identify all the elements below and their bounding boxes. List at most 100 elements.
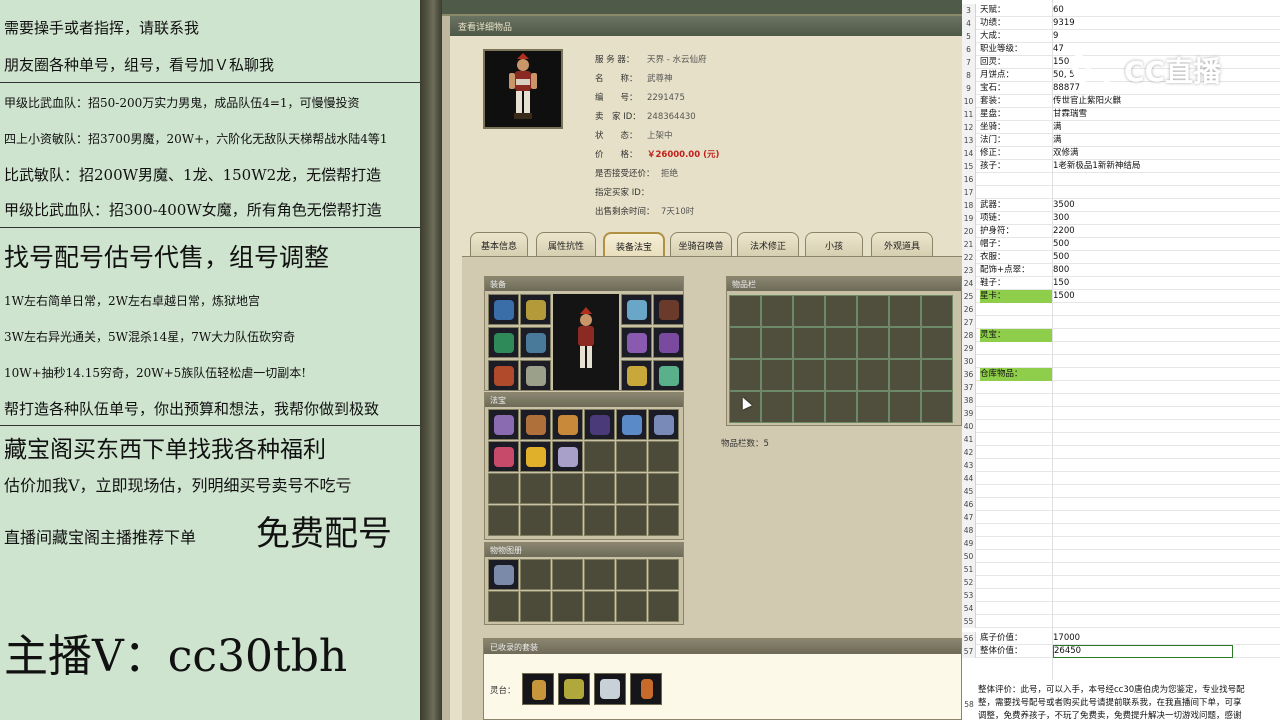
sheet-row[interactable]: 56 底子价值： 17000 [962,632,1280,645]
sheet-cell-label[interactable]: 天赋： [980,4,1052,17]
tab-basic-info[interactable]: 基本信息 [470,232,528,256]
suit-slot[interactable] [558,673,590,705]
sheet-cell-value[interactable]: 500 [1053,251,1233,264]
sheet-row[interactable]: 24 鞋子： 150 [962,277,1280,290]
bag-slot[interactable] [729,327,761,359]
sheet-row[interactable]: 12 坐骑：满 [962,121,1280,134]
sheet-row[interactable]: 47 [962,511,1280,524]
sheet-row[interactable]: 10 套装： 传世官止紫阳火麒 [962,95,1280,108]
sheet-cell-label[interactable] [980,550,1052,563]
sheet-cell-value[interactable]: 500 [1053,238,1233,251]
sheet-row[interactable]: 22 衣服： 500 [962,251,1280,264]
sheet-row[interactable]: 41 [962,433,1280,446]
sheet-row[interactable]: 37 [962,381,1280,394]
sheet-cell-label[interactable] [980,407,1052,420]
sheet-cell-value[interactable] [1053,342,1233,355]
album-slot-empty[interactable] [584,559,615,590]
bag-slot[interactable] [921,391,953,423]
sheet-row[interactable]: 3 天赋： 60 [962,4,1280,17]
sheet-cell-value[interactable] [1053,186,1233,199]
sheet-cell-label[interactable]: 修正： [980,147,1052,160]
fabao-slot-empty[interactable] [584,473,615,504]
sheet-row[interactable]: 53 [962,589,1280,602]
sheet-cell-label[interactable] [980,511,1052,524]
bag-slot[interactable] [889,295,921,327]
sheet-cell-label[interactable]: 月饼点： [980,69,1052,82]
sheet-cell-value[interactable]: 双修满 [1053,147,1233,160]
sheet-cell-value[interactable]: 150 [1053,277,1233,290]
sheet-row[interactable]: 20 护身符： 2200 [962,225,1280,238]
sheet-cell-label[interactable]: 套装： [980,95,1052,108]
sheet-row[interactable]: 23 配饰+点翠： 800 [962,264,1280,277]
sheet-row[interactable]: 54 [962,602,1280,615]
sheet-cell-value[interactable] [1053,381,1233,394]
sheet-cell-value[interactable] [1053,420,1233,433]
sheet-cell-value[interactable] [1053,329,1233,342]
sheet-cell-value[interactable] [1053,407,1233,420]
sheet-cell-label[interactable] [980,446,1052,459]
bag-slot[interactable] [921,327,953,359]
sheet-cell-value[interactable]: 9 [1053,30,1233,43]
sheet-cell-value[interactable]: 60 [1053,4,1233,17]
sheet-row[interactable]: 19 项链： 300 [962,212,1280,225]
equip-slot[interactable] [653,327,684,358]
equip-slot[interactable] [621,327,652,358]
suit-slot[interactable] [594,673,626,705]
sheet-cell-value[interactable] [1053,576,1233,589]
sheet-cell-value[interactable] [1053,355,1233,368]
fabao-slot[interactable] [520,441,551,472]
fabao-slot[interactable] [616,409,647,440]
album-slot-empty[interactable] [584,591,615,622]
fabao-slot[interactable] [520,409,551,440]
sheet-cell-label[interactable] [980,355,1052,368]
fabao-slot-empty[interactable] [616,473,647,504]
sheet-cell-value[interactable]: 1老新极品1新新神结局 [1053,160,1233,173]
sheet-cell-value[interactable] [1053,485,1233,498]
sheet-cell-label[interactable]: 坐骑： [980,121,1052,134]
sheet-cell-value[interactable]: 2200 [1053,225,1233,238]
sheet-cell-value[interactable]: 26450 [1053,645,1233,658]
sheet-row[interactable]: 48 [962,524,1280,537]
bag-slot[interactable] [793,391,825,423]
sheet-cell-value[interactable] [1053,433,1233,446]
equip-slot[interactable] [488,360,519,391]
fabao-slot-empty[interactable] [648,505,679,536]
sheet-cell-value[interactable] [1053,589,1233,602]
sheet-cell-label[interactable]: 护身符： [980,225,1052,238]
sheet-row[interactable]: 45 [962,485,1280,498]
sheet-cell-value[interactable]: 满 [1053,134,1233,147]
fabao-slot-empty[interactable] [488,505,519,536]
sheet-row[interactable]: 28 灵宝： [962,329,1280,342]
sheet-cell-label[interactable]: 仓库物品： [980,368,1052,381]
sheet-row[interactable]: 39 [962,407,1280,420]
sheet-row[interactable]: 52 [962,576,1280,589]
album-slot-empty[interactable] [616,559,647,590]
sheet-row[interactable]: 5 大成： 9 [962,30,1280,43]
bag-slot[interactable] [793,327,825,359]
fabao-slot-empty[interactable] [616,505,647,536]
album-slot-empty[interactable] [552,591,583,622]
bag-slot[interactable] [729,295,761,327]
sheet-row[interactable]: 30 [962,355,1280,368]
suit-slot[interactable] [630,673,662,705]
sheet-cell-label[interactable] [980,303,1052,316]
sheet-cell-label[interactable]: 帽子： [980,238,1052,251]
sheet-cell-label[interactable]: 武器： [980,199,1052,212]
bag-slot[interactable] [793,359,825,391]
sheet-cell-value[interactable] [1053,511,1233,524]
sheet-row[interactable]: 50 [962,550,1280,563]
equip-slot[interactable] [621,360,652,391]
fabao-slot[interactable] [552,409,583,440]
sheet-cell-label[interactable] [980,316,1052,329]
bag-slot[interactable] [825,359,857,391]
tab-children[interactable]: 小孩 [805,232,863,256]
sheet-row[interactable]: 21 帽子： 500 [962,238,1280,251]
sheet-cell-value[interactable] [1053,303,1233,316]
bag-slot[interactable] [889,327,921,359]
sheet-row[interactable]: 57 整体价值： 26450 [962,645,1280,658]
tab-attributes[interactable]: 属性抗性 [536,232,596,256]
sheet-row[interactable]: 25 星卡： 1500 [962,290,1280,303]
sheet-cell-value[interactable] [1053,615,1233,628]
sheet-row[interactable]: 16 [962,173,1280,186]
sheet-cell-label[interactable] [980,186,1052,199]
